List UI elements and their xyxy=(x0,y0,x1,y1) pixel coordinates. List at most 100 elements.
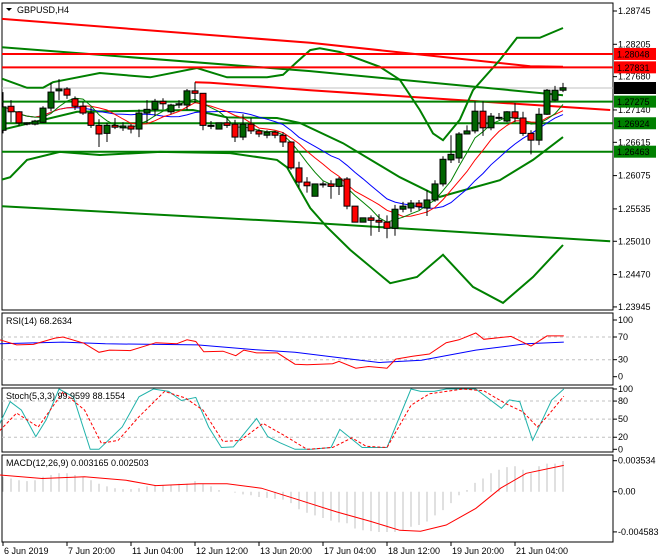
bear-candle-body xyxy=(287,141,295,169)
candle[interactable] xyxy=(31,119,39,126)
bull-candle-body xyxy=(175,103,183,106)
level-price-label: 1.27831 xyxy=(617,63,650,73)
candle[interactable] xyxy=(503,111,511,123)
time-axis-label: 17 Jun 04:00 xyxy=(324,546,376,556)
bull-candle-body xyxy=(319,183,327,186)
symbol-title: GBPUSD,H4 xyxy=(17,5,69,15)
price-axis-label: 1.25010 xyxy=(618,236,651,246)
candle[interactable] xyxy=(287,141,295,170)
macd-axis-label: 0.00 xyxy=(618,487,636,497)
bull-candle-body xyxy=(559,87,567,91)
bear-candle-body xyxy=(303,181,311,187)
stoch-axis-label: 100 xyxy=(618,384,633,394)
bear-candle-body xyxy=(367,217,375,221)
bull-candle-body xyxy=(543,89,551,115)
bull-candle-body xyxy=(2,106,7,131)
stoch-axis-label: 50 xyxy=(618,414,628,424)
bull-candle-body xyxy=(151,100,159,110)
bear-candle-body xyxy=(87,112,95,126)
bull-candle-body xyxy=(447,153,455,161)
bear-candle-body xyxy=(343,178,351,207)
macd-axis-label: -0.004583 xyxy=(618,527,659,537)
bear-candle-body xyxy=(191,90,199,94)
bear-candle-body xyxy=(383,221,391,229)
price-axis-label: 1.28205 xyxy=(618,39,651,49)
bull-candle-body xyxy=(455,133,463,159)
candle[interactable] xyxy=(359,217,367,223)
level-price-label: 1.26463 xyxy=(617,147,650,157)
time-axis-label: 12 Jun 12:00 xyxy=(196,546,248,556)
bull-candle-body xyxy=(23,122,31,125)
candle[interactable] xyxy=(199,92,207,131)
bull-candle-body xyxy=(135,112,143,130)
bear-candle-body xyxy=(295,167,303,183)
bear-candle-body xyxy=(159,100,167,105)
bear-candle-body xyxy=(279,134,287,143)
bull-candle-body xyxy=(103,124,111,134)
rsi-axis-label: 70 xyxy=(618,332,628,342)
bear-candle-body xyxy=(71,98,79,107)
bull-candle-body xyxy=(39,107,47,123)
bear-candle-body xyxy=(271,131,279,136)
candle[interactable] xyxy=(343,177,351,210)
time-axis-label: 13 Jun 20:00 xyxy=(260,546,312,556)
bull-candle-body xyxy=(463,130,471,135)
macd-title: MACD(12,26,9) 0.003165 0.002503 xyxy=(6,458,149,468)
candle[interactable] xyxy=(543,88,551,115)
bull-candle-body xyxy=(335,178,343,187)
candle[interactable] xyxy=(439,156,447,187)
bear-candle-body xyxy=(127,125,135,130)
stoch-axis-label: 20 xyxy=(618,432,628,442)
bull-candle-body xyxy=(119,125,127,129)
rsi-axis-label: 100 xyxy=(618,315,633,325)
bull-candle-body xyxy=(47,91,55,109)
main-panel[interactable] xyxy=(1,2,614,311)
chart-window: 1.28745 1.28205 1.27680 1.27140 1.26615 1.260… xyxy=(0,0,660,560)
bear-candle-body xyxy=(375,219,383,223)
bear-candle-body xyxy=(519,117,527,134)
stoch-axis-label: 0 xyxy=(618,444,623,454)
candle[interactable] xyxy=(39,106,47,123)
chart-canvas[interactable]: 1.287451.282051.276801.271401.266151.260… xyxy=(0,0,660,560)
price-axis-label: 1.25535 xyxy=(618,204,651,214)
bull-candle-body xyxy=(423,199,431,209)
level-price-label: 1.26924 xyxy=(617,119,650,129)
bull-candle-body xyxy=(311,183,319,197)
price-axis-label: 1.26075 xyxy=(618,171,651,181)
candle[interactable] xyxy=(311,183,319,197)
time-axis-label: 11 Jun 04:00 xyxy=(132,546,183,556)
bear-candle-body xyxy=(15,111,23,124)
candle[interactable] xyxy=(351,205,359,223)
bear-candle-body xyxy=(199,92,207,126)
bear-candle-body xyxy=(247,123,255,132)
bear-candle-body xyxy=(511,111,519,119)
bull-candle-body xyxy=(391,208,399,229)
candle[interactable] xyxy=(215,122,223,130)
bull-candle-body xyxy=(471,110,479,132)
bull-candle-body xyxy=(407,202,415,209)
price-axis-label: 1.24470 xyxy=(618,270,651,280)
level-price-label: 1.28048 xyxy=(617,49,650,59)
time-axis-label: 6 Jun 2019 xyxy=(4,546,49,556)
bull-candle-body xyxy=(55,88,63,92)
bull-candle-body xyxy=(143,108,151,114)
rsi-axis-label: 30 xyxy=(618,355,628,365)
bull-candle-body xyxy=(215,122,223,130)
bull-candle-body xyxy=(487,115,495,129)
bull-candle-body xyxy=(439,158,447,185)
bear-candle-body xyxy=(7,105,15,113)
stoch-axis-label: 80 xyxy=(618,396,628,406)
bear-candle-body xyxy=(527,132,535,141)
time-axis-label: 19 Jun 20:00 xyxy=(452,546,504,556)
rsi-title: RSI(14) 68.2634 xyxy=(6,316,72,326)
bear-candle-body xyxy=(79,105,87,114)
bull-candle-body xyxy=(239,123,247,138)
rsi-axis-label: 0 xyxy=(618,372,623,382)
bull-candle-body xyxy=(399,205,407,210)
candle[interactable] xyxy=(455,132,463,163)
bull-candle-body xyxy=(503,111,511,122)
candle[interactable] xyxy=(487,113,495,131)
bear-candle-body xyxy=(351,205,359,223)
candle[interactable] xyxy=(431,180,439,202)
bull-candle-body xyxy=(359,217,367,223)
